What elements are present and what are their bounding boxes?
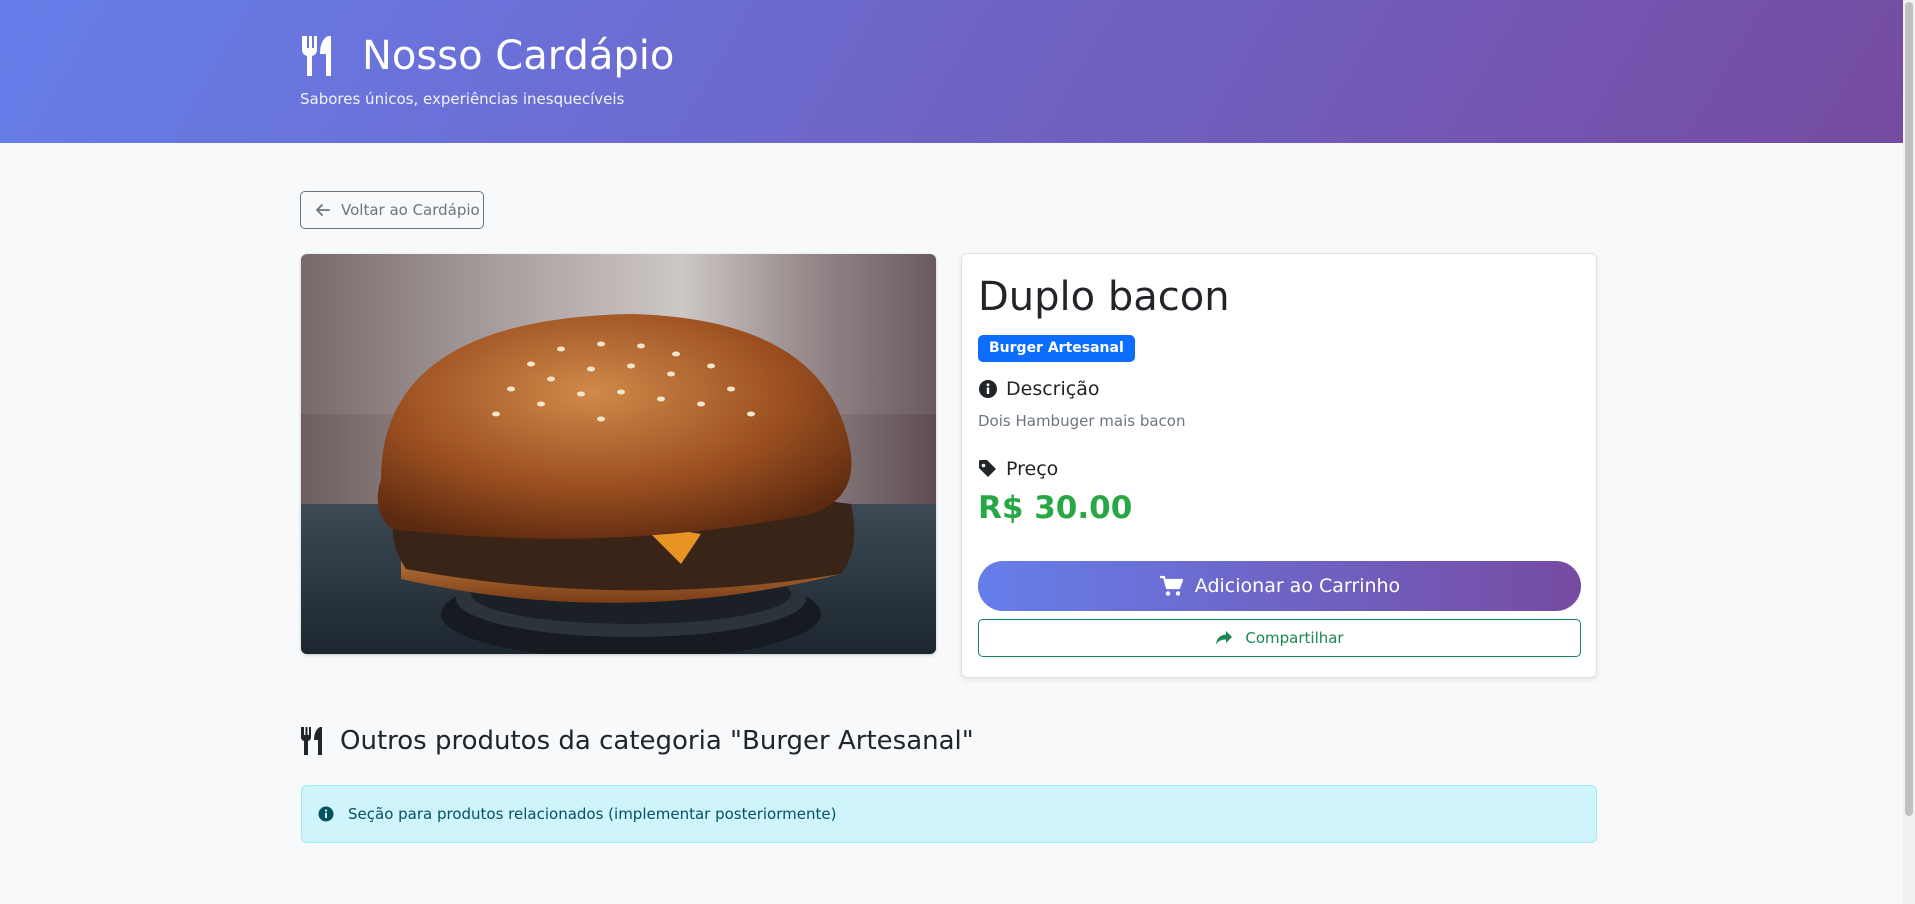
product-price: R$ 30.00: [978, 490, 1133, 526]
shopping-cart-icon: [1159, 575, 1183, 596]
brand: Nosso Cardápio: [300, 32, 674, 80]
back-to-menu-button[interactable]: Voltar ao Cardápio: [300, 191, 484, 229]
category-badge: Burger Artesanal: [978, 335, 1135, 362]
site-tagline: Sabores únicos, experiências inesquecíve…: [300, 90, 625, 108]
product-detail-card: Duplo bacon Burger Artesanal Descrição D…: [961, 253, 1597, 678]
page: Nosso Cardápio Sabores únicos, experiênc…: [0, 0, 1903, 904]
related-products-notice: Seção para produtos relacionados (implem…: [301, 785, 1597, 843]
site-title: Nosso Cardápio: [362, 33, 675, 79]
price-heading-label: Preço: [1006, 458, 1059, 480]
info-circle-icon: [979, 380, 997, 398]
scrollbar-thumb[interactable]: [1905, 2, 1913, 816]
description-heading: Descrição: [978, 378, 1099, 400]
info-circle-icon: [318, 806, 334, 822]
tag-icon: [979, 460, 996, 477]
utensils-icon: [301, 36, 331, 76]
price-heading: Preço: [978, 458, 1058, 480]
page-scrollbar[interactable]: [1903, 0, 1915, 904]
arrow-left-icon: [316, 204, 330, 216]
product-name: Duplo bacon: [978, 274, 1230, 320]
back-button-label: Voltar ao Cardápio: [341, 201, 480, 219]
product-description: Dois Hambuger mais bacon: [978, 412, 1186, 430]
add-to-cart-button[interactable]: Adicionar ao Carrinho: [978, 561, 1581, 611]
utensils-icon: [300, 727, 322, 755]
share-arrow-icon: [1216, 631, 1233, 645]
related-products-notice-text: Seção para produtos relacionados (implem…: [348, 805, 837, 823]
product-image: [301, 254, 936, 654]
share-button[interactable]: Compartilhar: [978, 619, 1581, 657]
related-products-heading: Outros produtos da categoria "Burger Art…: [300, 726, 974, 756]
add-to-cart-label: Adicionar ao Carrinho: [1194, 575, 1401, 597]
share-label: Compartilhar: [1245, 629, 1344, 647]
description-heading-label: Descrição: [1006, 378, 1100, 400]
site-header: Nosso Cardápio Sabores únicos, experiênc…: [0, 0, 1903, 143]
related-products-title: Outros produtos da categoria "Burger Art…: [340, 726, 974, 756]
